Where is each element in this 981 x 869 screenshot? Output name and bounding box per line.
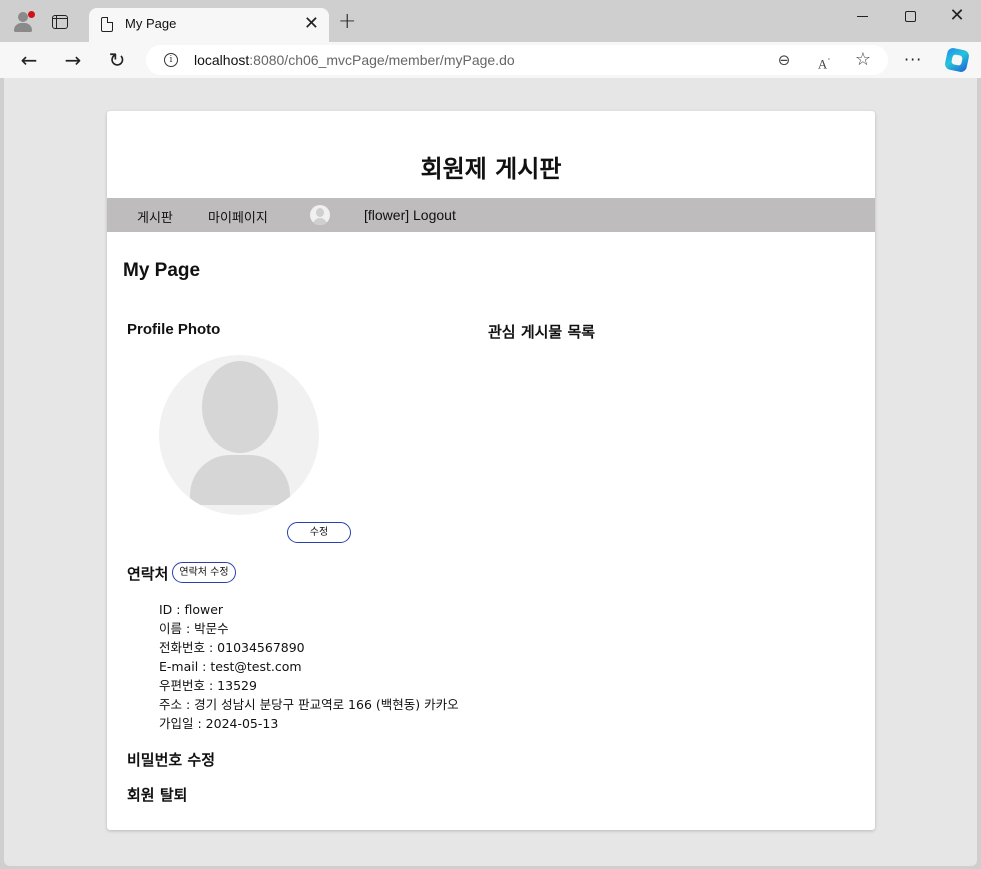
browser-tab[interactable]: My Page ✕ [89, 8, 329, 42]
maximize-button[interactable] [890, 4, 930, 28]
info-icon[interactable]: i [164, 53, 178, 67]
avatar [310, 205, 330, 225]
list-item: 전화번호 : 01034567890 [159, 640, 305, 655]
browser-toolbar: ← → ↻ i localhost:8080/ch06_mvcPage/memb… [0, 42, 981, 78]
reload-icon[interactable]: ↻ [104, 47, 130, 73]
tabs-icon[interactable] [52, 15, 68, 29]
address-input[interactable]: i localhost:8080/ch06_mvcPage/member/myP… [146, 45, 888, 75]
list-item: E-mail : test@test.com [159, 659, 302, 674]
forward-arrow-icon[interactable]: → [60, 47, 86, 73]
contact-info-list: ID : flower 이름 : 박문수 전화번호 : 01034567890 … [159, 600, 459, 733]
password-change-link[interactable]: 비밀번호 수정 [127, 749, 215, 770]
tab-title: My Page [125, 16, 177, 31]
favorite-star-icon[interactable]: ☆ [853, 50, 873, 70]
plus-icon[interactable]: + [338, 10, 356, 34]
list-item: 주소 : 경기 성남시 분당구 판교역로 166 (백현동) 카카오 [159, 697, 459, 712]
more-icon[interactable]: ··· [904, 50, 922, 69]
menu-link-board[interactable]: 게시판 [137, 207, 173, 226]
favorites-title: 관심 게시물 목록 [488, 323, 596, 341]
close-icon[interactable]: ✕ [304, 14, 319, 34]
contact-edit-button[interactable]: 연락처 수정 [172, 562, 236, 583]
browser-tab-bar: My Page ✕ + ✕ [0, 0, 981, 42]
page-title: My Page [123, 260, 201, 281]
site-title: 회원제 게시판 [420, 155, 562, 183]
logout-link[interactable]: [flower] Logout [364, 207, 456, 223]
menu-link-mypage[interactable]: 마이페이지 [208, 207, 268, 226]
page-viewport: 회원제 게시판 게시판 마이페이지 [flower] Logout My Pag… [4, 78, 977, 866]
menu-bar: 게시판 마이페이지 [flower] Logout [107, 198, 875, 232]
profile-photo-title: Profile Photo [127, 321, 221, 338]
page-icon [101, 17, 113, 32]
list-item: 이름 : 박문수 [159, 621, 229, 636]
profile-icon[interactable] [10, 9, 36, 35]
page-card: 회원제 게시판 게시판 마이페이지 [flower] Logout My Pag… [107, 111, 875, 830]
window-close-button[interactable]: ✕ [937, 4, 977, 28]
zoom-out-icon[interactable]: ⊖ [774, 50, 794, 70]
read-aloud-icon[interactable]: Aᐧ [814, 50, 834, 71]
url-text[interactable]: localhost:8080/ch06_mvcPage/member/myPag… [194, 52, 515, 68]
list-item: ID : flower [159, 602, 224, 617]
copilot-icon[interactable] [943, 46, 971, 74]
profile-photo [159, 355, 319, 515]
withdraw-link[interactable]: 회원 탈퇴 [127, 784, 187, 805]
back-arrow-icon[interactable]: ← [16, 47, 42, 73]
list-item: 가입일 : 2024-05-13 [159, 716, 279, 731]
contact-title: 연락처 [127, 565, 169, 583]
minimize-button[interactable] [842, 4, 882, 28]
list-item: 우편번호 : 13529 [159, 678, 257, 693]
photo-edit-button[interactable]: 수정 [287, 522, 351, 543]
